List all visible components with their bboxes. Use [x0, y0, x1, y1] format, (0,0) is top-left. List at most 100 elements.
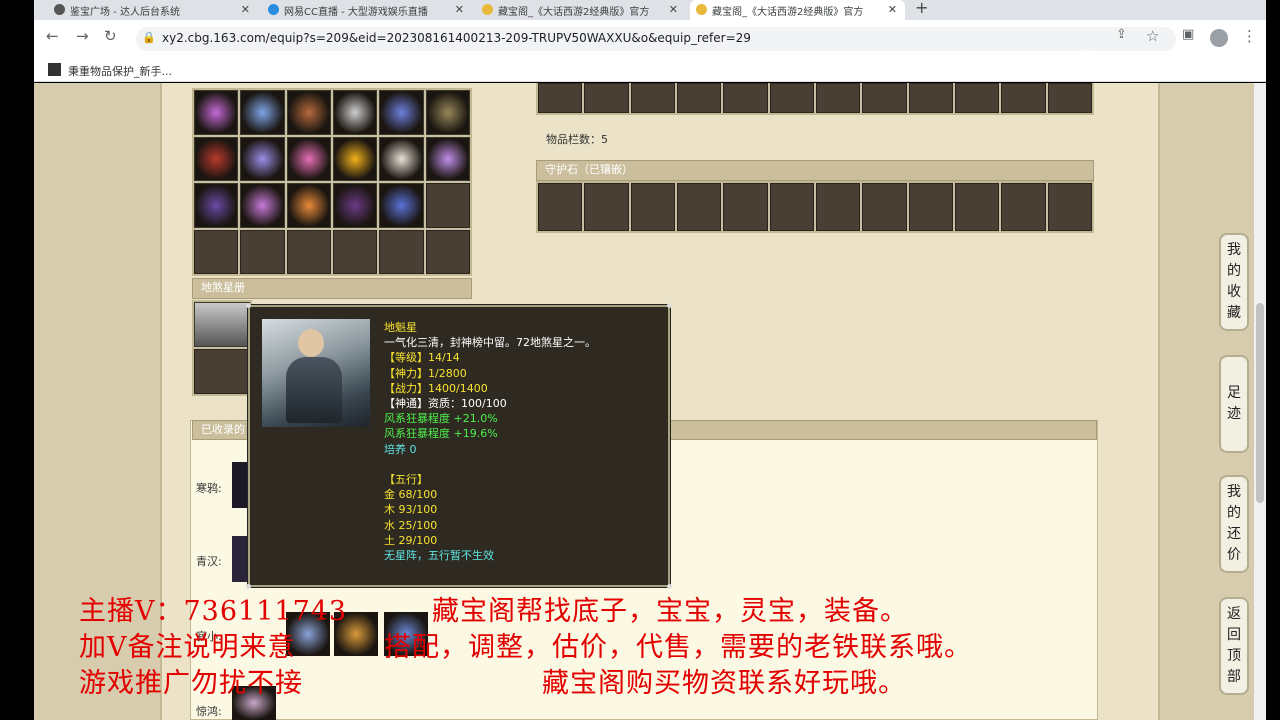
tooltip-wuxing-label: 【五行】 — [384, 473, 428, 487]
cbg-icon — [696, 4, 707, 15]
divine-value: 1/2800 — [428, 366, 467, 380]
slot-count-label: 物品栏数：5 — [546, 133, 608, 146]
close-icon[interactable]: ✕ — [241, 3, 250, 16]
item-slot[interactable] — [194, 183, 239, 228]
tooltip-earth: 土 29/100 — [384, 533, 438, 547]
item-slot[interactable] — [379, 183, 424, 228]
item-slot[interactable] — [332, 183, 378, 228]
close-icon[interactable]: ✕ — [669, 3, 678, 16]
char: 藏 — [1227, 305, 1241, 321]
back-icon[interactable]: ← — [46, 27, 59, 45]
tooltip-name: 地魁星 — [384, 321, 417, 334]
sidebar-icon[interactable]: ▣ — [1182, 27, 1194, 42]
item-slot[interactable] — [425, 136, 470, 181]
char: 回 — [1227, 627, 1241, 643]
overlay-text: 搭配，调整，估价，代售，需要的老铁联系哦。 — [384, 632, 972, 663]
tab-2[interactable]: 网易CC直播 - 大型游戏娱乐直播 ✕ — [262, 0, 472, 20]
item-slot[interactable] — [194, 90, 239, 135]
tooltip-attr: 风系狂暴程度 +21.0% — [384, 412, 498, 426]
item-slot[interactable] — [332, 136, 378, 181]
char: 价 — [1227, 547, 1241, 563]
item-slot[interactable] — [379, 136, 424, 181]
star-book-grid — [192, 300, 252, 396]
tab-title: 藏宝阁_《大话西游2经典版》官方 — [712, 6, 864, 18]
tooltip-level: 【等级】14/14 — [384, 351, 460, 365]
overlay-text: 游戏推广勿扰不接 — [79, 668, 303, 699]
avatar[interactable] — [1210, 29, 1228, 47]
item-slot[interactable] — [240, 90, 285, 135]
tongshen-value: 资质：100/100 — [428, 397, 507, 411]
item-slot[interactable] — [332, 90, 378, 135]
bookmark-item[interactable]: 秉重物品保护_新手... — [68, 63, 172, 79]
empty-slot — [240, 229, 285, 274]
power-value: 1400/1400 — [428, 381, 488, 395]
tooltip-note: 无星阵，五行暂不生效 — [384, 549, 494, 563]
tooltip-attr: 风系狂暴程度 +19.6% — [384, 427, 498, 441]
pet-thumb[interactable] — [232, 536, 248, 582]
pet-thumb[interactable] — [232, 462, 248, 508]
scrollbar[interactable] — [1254, 83, 1266, 720]
forward-icon[interactable]: → — [76, 27, 89, 45]
favorites-button[interactable]: 我 的 收 藏 — [1219, 233, 1249, 331]
lock-icon: 🔒 — [142, 31, 156, 44]
share-icon[interactable]: ⇪ — [1116, 27, 1127, 42]
tooltip-water: 水 25/100 — [384, 518, 438, 532]
overlay-text: 藏宝阁购买物资联系好玩哦。 — [542, 668, 906, 699]
star-icon[interactable]: ☆ — [1146, 27, 1159, 45]
power-label: 【战力】 — [384, 381, 428, 395]
star-card-slot[interactable] — [194, 302, 250, 347]
tooltip-gold: 金 68/100 — [384, 488, 438, 502]
back-to-top-button[interactable]: 返 回 顶 部 — [1219, 597, 1249, 695]
empty-slot — [425, 183, 470, 228]
guard-stone-grid — [536, 181, 1094, 233]
new-tab-button[interactable]: + — [915, 0, 928, 17]
guard-stone-header: 守护石（已镶嵌） — [536, 160, 1094, 181]
item-slot[interactable] — [286, 183, 331, 228]
tab-1[interactable]: 鉴宝广场 - 达人后台系统 ✕ — [48, 0, 258, 20]
char: 收 — [1227, 284, 1241, 300]
overlay-text: 主播V：736111743 — [79, 596, 348, 627]
empty-slot — [379, 229, 424, 274]
item-slot[interactable] — [240, 136, 285, 181]
empty-slot — [194, 229, 239, 274]
watermark-text: CC直播 — [1106, 58, 1176, 82]
empty-slot — [286, 229, 331, 274]
char: 的 — [1227, 505, 1241, 521]
char: 我 — [1227, 484, 1241, 500]
char: 迹 — [1227, 406, 1241, 422]
tooltip-wood: 木 93/100 — [384, 503, 438, 517]
item-slot[interactable] — [425, 90, 470, 135]
char: 部 — [1227, 669, 1241, 685]
scrollbar-thumb[interactable] — [1256, 303, 1264, 503]
char: 顶 — [1227, 648, 1241, 664]
address-bar[interactable]: 🔒 xy2.cbg.163.com/equip?s=209&eid=202308… — [136, 27, 1176, 51]
item-tooltip: 地魁星 一气化三清，封神榜中留。72地煞星之一。 【等级】14/14 【神力】1… — [246, 303, 672, 589]
cbg-icon — [482, 4, 493, 15]
reload-icon[interactable]: ↻ — [104, 27, 117, 45]
item-slot[interactable] — [240, 183, 285, 228]
tab-4-active[interactable]: 藏宝阁_《大话西游2经典版》官方 ✕ — [690, 0, 905, 20]
overlay-text: 藏宝阁帮找底子，宝宝，灵宝，装备。 — [432, 596, 908, 627]
item-slot[interactable] — [286, 136, 331, 181]
char: 足 — [1227, 385, 1241, 401]
item-slot[interactable] — [379, 90, 424, 135]
tab-3[interactable]: 藏宝阁_《大话西游2经典版》官方 ✕ — [476, 0, 686, 20]
row-label: 惊鸿: — [196, 705, 222, 718]
inventory-grid — [192, 88, 472, 276]
close-icon[interactable]: ✕ — [888, 3, 897, 16]
close-icon[interactable]: ✕ — [455, 3, 464, 16]
char: 的 — [1227, 263, 1241, 279]
menu-icon[interactable]: ⋮ — [1242, 27, 1257, 45]
tooltip-desc: 一气化三清，封神榜中留。72地煞星之一。 — [384, 336, 596, 350]
my-bargain-button[interactable]: 我 的 还 价 — [1219, 475, 1249, 573]
item-slot[interactable] — [194, 136, 239, 181]
footprint-button[interactable]: 足 迹 — [1219, 355, 1249, 453]
cc-icon — [268, 4, 279, 15]
tab-title: 鉴宝广场 - 达人后台系统 — [70, 6, 180, 18]
item-slot[interactable] — [286, 90, 331, 135]
tongshen-label: 【神通】 — [384, 397, 428, 411]
star-card-portrait — [262, 319, 370, 427]
watermark-icon — [1072, 50, 1102, 80]
url-text: xy2.cbg.163.com/equip?s=209&eid=20230816… — [162, 31, 751, 45]
row-label: 寒鸦: — [196, 482, 222, 495]
